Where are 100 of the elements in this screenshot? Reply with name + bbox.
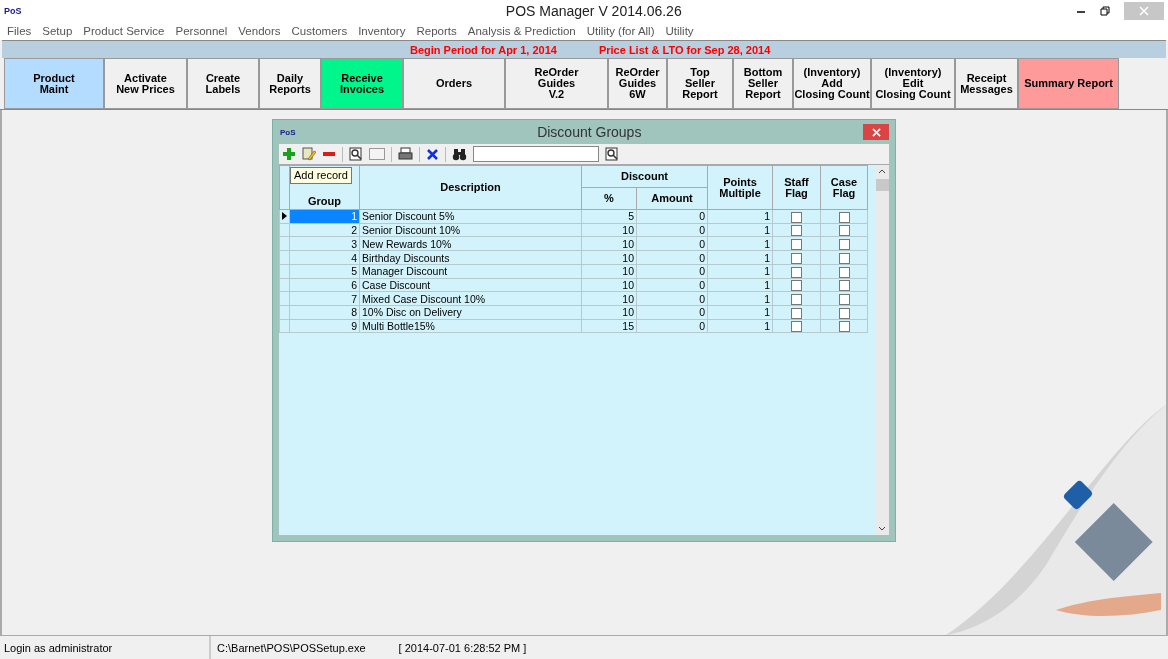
restore-icon[interactable]	[1100, 6, 1110, 16]
table-cell: Senior Discount 5%	[359, 209, 582, 224]
toolbar-button[interactable]: Daily Reports	[259, 58, 321, 109]
table-cell[interactable]: 2	[289, 223, 360, 237]
checkbox[interactable]	[838, 239, 850, 251]
close-button[interactable]	[863, 124, 889, 140]
toolbar-button[interactable]: ReOrder Guides 6W	[608, 58, 667, 109]
checkbox[interactable]	[838, 321, 850, 333]
close-icon[interactable]	[871, 127, 881, 137]
checkbox[interactable]	[791, 294, 802, 306]
checkbox[interactable]	[791, 239, 802, 251]
toolbar-button[interactable]: Receive Invoices	[321, 58, 403, 109]
column-header: Discount	[581, 165, 708, 188]
checkbox[interactable]	[791, 280, 802, 292]
menu-item[interactable]: Reports	[416, 25, 457, 37]
toolbar-button[interactable]: (Inventory) Add Closing Count	[793, 58, 871, 109]
table-cell: 1	[707, 223, 773, 237]
login-status: Login as administrator	[0, 636, 211, 659]
menu-item[interactable]: Files	[7, 25, 32, 37]
column-header: Points Multiple	[707, 165, 773, 210]
table-cell: 1	[707, 236, 773, 251]
table-cell: 1	[707, 209, 773, 224]
checkbox[interactable]	[791, 307, 802, 319]
checkbox[interactable]	[838, 252, 850, 264]
table-cell: 1	[707, 305, 773, 320]
add-icon[interactable]	[282, 147, 296, 161]
table-cell: 0	[636, 278, 708, 292]
table-cell[interactable]: 4	[289, 250, 360, 265]
app-logo: PoS	[4, 6, 22, 16]
menu-item[interactable]: Setup	[42, 25, 73, 37]
checkbox[interactable]	[791, 211, 802, 223]
table-cell: 1	[707, 278, 773, 292]
table-cell[interactable]: 9	[289, 319, 360, 333]
search-icon[interactable]	[605, 147, 619, 161]
edit-icon[interactable]	[302, 147, 316, 161]
checkbox[interactable]	[791, 252, 802, 264]
table-cell: 1	[707, 250, 773, 265]
toolbar-button[interactable]: Create Labels	[187, 58, 259, 109]
table-cell[interactable]: 8	[289, 305, 360, 320]
table-cell: 10	[581, 291, 637, 306]
toolbar-button[interactable]: Receipt Messages	[955, 58, 1018, 109]
binoculars-icon[interactable]	[452, 147, 467, 161]
table-cell: 10	[581, 223, 637, 237]
table-cell[interactable]: 3	[289, 236, 360, 251]
menu-item[interactable]: Utility	[665, 25, 694, 37]
scrollbar-thumb[interactable]	[875, 179, 889, 191]
scroll-down-icon[interactable]	[878, 526, 886, 532]
menu-item[interactable]: Vendors	[238, 25, 281, 37]
menu-item[interactable]: Product Service	[83, 25, 165, 37]
print-icon[interactable]	[398, 147, 413, 161]
table-cell: New Rewards 10%	[359, 236, 582, 251]
checkbox[interactable]	[838, 225, 850, 237]
table-cell: 0	[636, 305, 708, 320]
scrollbar[interactable]	[875, 165, 889, 535]
checkbox[interactable]	[838, 307, 850, 319]
toolbar-button[interactable]: Activate New Prices	[104, 58, 187, 109]
table-cell: 0	[636, 319, 708, 333]
toolbar-button[interactable]: Top Seller Report	[667, 58, 733, 109]
dialog-logo: PoS	[280, 127, 296, 137]
timestamp: [ 2014-07-01 6:28:52 PM ]	[398, 641, 527, 654]
checkbox[interactable]	[838, 294, 850, 306]
blank-page-icon[interactable]	[369, 148, 385, 160]
table-cell: Multi Bottle15%	[359, 319, 582, 333]
toolbar-button[interactable]: Bottom Seller Report	[733, 58, 793, 109]
search-field[interactable]	[473, 146, 599, 162]
table-cell: Mixed Case Discount 10%	[359, 291, 582, 306]
checkbox[interactable]	[791, 321, 802, 333]
toolbar-button[interactable]: (Inventory) Edit Closing Count	[871, 58, 955, 109]
table-cell[interactable]: 6	[289, 278, 360, 292]
checkbox[interactable]	[838, 266, 850, 278]
checkbox[interactable]	[791, 266, 802, 278]
table-cell[interactable]: 7	[289, 291, 360, 306]
table-cell: 0	[636, 250, 708, 265]
menu-item[interactable]: Personnel	[175, 25, 228, 37]
table-cell: Birthday Discounts	[359, 250, 582, 265]
column-header: Staff Flag	[772, 165, 821, 210]
toolbar-button[interactable]: Summary Report	[1018, 58, 1119, 109]
period-text: Begin Period for Apr 1, 2014	[410, 43, 557, 56]
window-title: POS Manager V 2014.06.26	[504, 3, 683, 19]
preview-icon[interactable]	[349, 147, 363, 161]
menu-item[interactable]: Customers	[291, 25, 348, 37]
toolbar-button[interactable]: Orders	[403, 58, 505, 109]
table-cell: 0	[636, 264, 708, 279]
toolbar-button[interactable]: ReOrder Guides V.2	[505, 58, 608, 109]
table-cell: 0	[636, 223, 708, 237]
price-list-text: Price List & LTO for Sep 28, 2014	[598, 43, 771, 56]
menu-item[interactable]: Analysis & Prediction	[467, 25, 576, 37]
cancel-icon[interactable]	[426, 147, 439, 161]
scroll-up-icon[interactable]	[878, 168, 886, 174]
table-cell: 0	[636, 209, 708, 224]
menu-item[interactable]: Inventory	[358, 25, 406, 37]
checkbox[interactable]	[838, 280, 850, 292]
toolbar-button[interactable]: Product Maint	[4, 58, 104, 109]
dialog-title: Discount Groups	[536, 124, 643, 140]
checkbox[interactable]	[838, 211, 850, 223]
table-cell[interactable]: 5	[289, 264, 360, 279]
table-cell: Case Discount	[359, 278, 582, 292]
checkbox[interactable]	[791, 225, 802, 237]
column-header: Description	[359, 165, 582, 210]
menu-item[interactable]: Utility (for All)	[586, 25, 655, 37]
